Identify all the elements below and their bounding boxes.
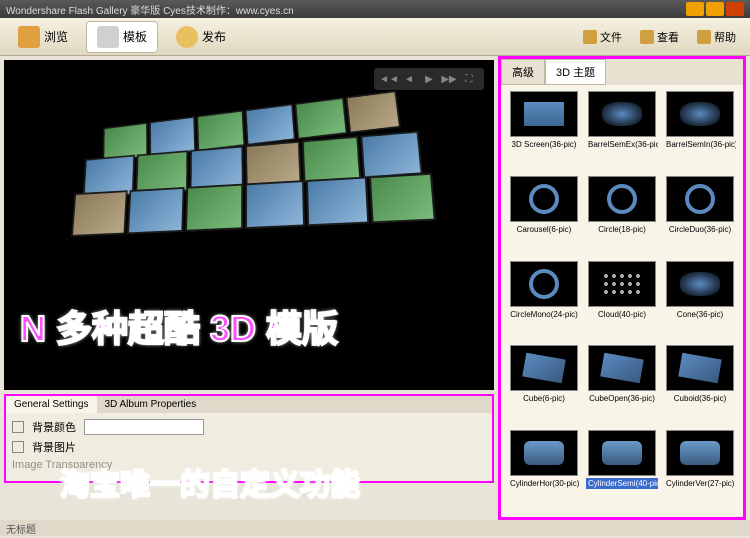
thumb-label: CylinderSemi(40-pic) <box>586 478 658 489</box>
bgimage-checkbox[interactable] <box>12 441 24 453</box>
thumb-label: Cuboid(36-pic) <box>672 393 728 404</box>
thumb-label: 3D Screen(36-pic) <box>510 139 579 150</box>
thumb-image <box>510 261 578 307</box>
publish-label: 发布 <box>202 28 226 45</box>
thumb-image <box>588 176 656 222</box>
player-controls: ◄◄ ◄ ▶ ▶▶ ⛶ <box>374 68 484 90</box>
thumb-label: BarrelSemEx(36-pic) <box>586 139 658 150</box>
bgcolor-checkbox[interactable] <box>12 421 24 433</box>
bgcolor-swatch[interactable] <box>84 419 204 435</box>
tab-general[interactable]: General Settings <box>6 396 97 413</box>
file-icon <box>583 30 597 44</box>
theme-thumb[interactable]: Cuboid(36-pic) <box>663 345 737 426</box>
theme-thumb[interactable]: Cloud(40-pic) <box>585 261 659 342</box>
publish-button[interactable]: 发布 <box>166 22 236 52</box>
thumb-image <box>666 430 734 476</box>
title-text: Wondershare Flash Gallery 豪华版 Cyes技术制作：w… <box>6 2 294 17</box>
theme-thumb[interactable]: CircleMono(24-pic) <box>507 261 581 342</box>
thumb-image <box>666 261 734 307</box>
theme-thumb[interactable]: CylinderSemi(40-pic) <box>585 430 659 511</box>
template-icon <box>97 26 119 48</box>
settings-tabs: General Settings 3D Album Properties <box>6 396 492 413</box>
theme-tabs: 高级 3D 主题 <box>501 59 743 85</box>
thumb-image <box>588 91 656 137</box>
help-icon <box>697 30 711 44</box>
thumb-label: Carousel(6-pic) <box>515 224 574 235</box>
left-panel: ◄◄ ◄ ▶ ▶▶ ⛶ General Settings 3D Album Pr… <box>0 56 498 520</box>
fullscreen-icon[interactable]: ⛶ <box>462 72 476 86</box>
minimize-button[interactable] <box>686 2 704 16</box>
statusbar: 无标题 <box>0 520 750 536</box>
thumb-image <box>510 91 578 137</box>
bgimage-label: 背景图片 <box>32 439 76 455</box>
search-icon <box>640 30 654 44</box>
thumb-label: Cube(6-pic) <box>521 393 567 404</box>
thumb-image <box>588 345 656 391</box>
folder-icon <box>18 26 40 48</box>
theme-thumb[interactable]: CylinderVer(27-pic) <box>663 430 737 511</box>
thumb-label: BarrelSemIn(36-pic) <box>664 139 736 150</box>
close-button[interactable] <box>726 2 744 16</box>
help-menu[interactable]: 帮助 <box>691 27 742 47</box>
tab-advanced[interactable]: 高级 <box>501 59 545 85</box>
tab-3dtheme[interactable]: 3D 主题 <box>545 59 606 85</box>
thumb-image <box>666 176 734 222</box>
file-menu[interactable]: 文件 <box>577 27 628 47</box>
thumb-label: CircleDuo(36-pic) <box>667 224 733 235</box>
theme-thumb[interactable]: Circle(18-pic) <box>585 176 659 257</box>
theme-thumb[interactable]: Cube(6-pic) <box>507 345 581 426</box>
thumb-label: CylinderHor(30-pic) <box>508 478 580 489</box>
thumb-label: CircleMono(24-pic) <box>508 309 580 320</box>
thumb-image <box>510 430 578 476</box>
thumb-label: CylinderVer(27-pic) <box>664 478 736 489</box>
theme-thumb[interactable]: CylinderHor(30-pic) <box>507 430 581 511</box>
bgcolor-label: 背景颜色 <box>32 419 76 435</box>
theme-thumb[interactable]: BarrelSemEx(36-pic) <box>585 91 659 172</box>
play-icon[interactable]: ▶ <box>422 72 436 86</box>
template-label: 模板 <box>123 28 147 45</box>
thumb-image <box>666 91 734 137</box>
promo-overlay-2: 淘宝唯一的自定义功能 <box>60 460 360 504</box>
thumb-image <box>510 345 578 391</box>
publish-icon <box>176 26 198 48</box>
prev-icon[interactable]: ◄◄ <box>382 72 396 86</box>
theme-thumb[interactable]: CubeOpen(36-pic) <box>585 345 659 426</box>
thumb-label: CubeOpen(36-pic) <box>587 393 657 404</box>
thumb-image <box>588 430 656 476</box>
thumb-image <box>510 176 578 222</box>
next-icon[interactable]: ▶▶ <box>442 72 456 86</box>
theme-grid[interactable]: 3D Screen(36-pic) BarrelSemEx(36-pic) Barr… <box>501 85 743 517</box>
theme-thumb[interactable]: CircleDuo(36-pic) <box>663 176 737 257</box>
theme-thumb[interactable]: Carousel(6-pic) <box>507 176 581 257</box>
theme-thumb[interactable]: BarrelSemIn(36-pic) <box>663 91 737 172</box>
window-controls <box>686 2 744 16</box>
thumb-image <box>588 261 656 307</box>
theme-panel: 高级 3D 主题 3D Screen(36-pic) BarrelSemEx(36… <box>498 56 746 520</box>
promo-overlay-1: N 多种超酷 3D 模版 <box>20 300 338 352</box>
browse-label: 浏览 <box>44 28 68 45</box>
maximize-button[interactable] <box>706 2 724 16</box>
browse-button[interactable]: 浏览 <box>8 22 78 52</box>
thumb-label: Circle(18-pic) <box>596 224 648 235</box>
toolbar-right: 文件 查看 帮助 <box>577 27 742 47</box>
thumb-image <box>666 345 734 391</box>
main-toolbar: 浏览 模板 发布 文件 查看 帮助 <box>0 18 750 56</box>
tab-album[interactable]: 3D Album Properties <box>97 396 205 413</box>
find-menu[interactable]: 查看 <box>634 27 685 47</box>
theme-thumb[interactable]: 3D Screen(36-pic) <box>507 91 581 172</box>
back-icon[interactable]: ◄ <box>402 72 416 86</box>
thumb-label: Cone(36-pic) <box>675 309 725 320</box>
status-text: 无标题 <box>6 525 36 536</box>
thumb-label: Cloud(40-pic) <box>596 309 648 320</box>
theme-thumb[interactable]: Cone(36-pic) <box>663 261 737 342</box>
titlebar: Wondershare Flash Gallery 豪华版 Cyes技术制作：w… <box>0 0 750 18</box>
main-area: ◄◄ ◄ ▶ ▶▶ ⛶ General Settings 3D Album Pr… <box>0 56 750 520</box>
template-button[interactable]: 模板 <box>86 21 158 53</box>
